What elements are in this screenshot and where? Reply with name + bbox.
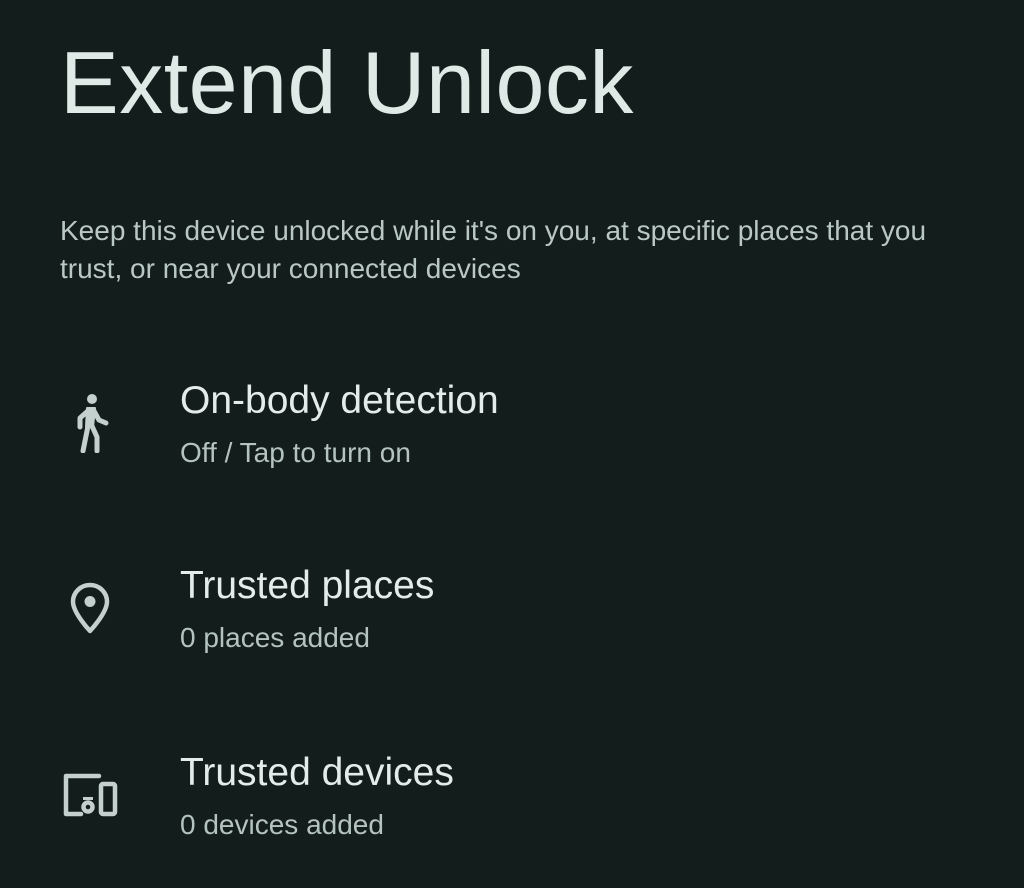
setting-summary: 0 places added [180,622,370,653]
walking-person-icon [60,393,120,453]
devices-icon [60,765,120,825]
trusted-places-setting[interactable]: Trusted places 0 places added [0,540,1024,690]
location-pin-icon [60,578,120,638]
setting-title: Trusted devices [180,751,454,794]
on-body-detection-setting[interactable]: On-body detection Off / Tap to turn on [0,355,1024,505]
setting-title: On-body detection [180,379,499,422]
setting-title: Trusted places [180,564,435,607]
page-description: Keep this device unlocked while it's on … [60,215,927,284]
setting-summary: 0 devices added [180,809,384,840]
setting-summary: Off / Tap to turn on [180,437,411,468]
page-title: Extend Unlock [60,33,634,132]
trusted-devices-setting[interactable]: Trusted devices 0 devices added [0,725,1024,875]
